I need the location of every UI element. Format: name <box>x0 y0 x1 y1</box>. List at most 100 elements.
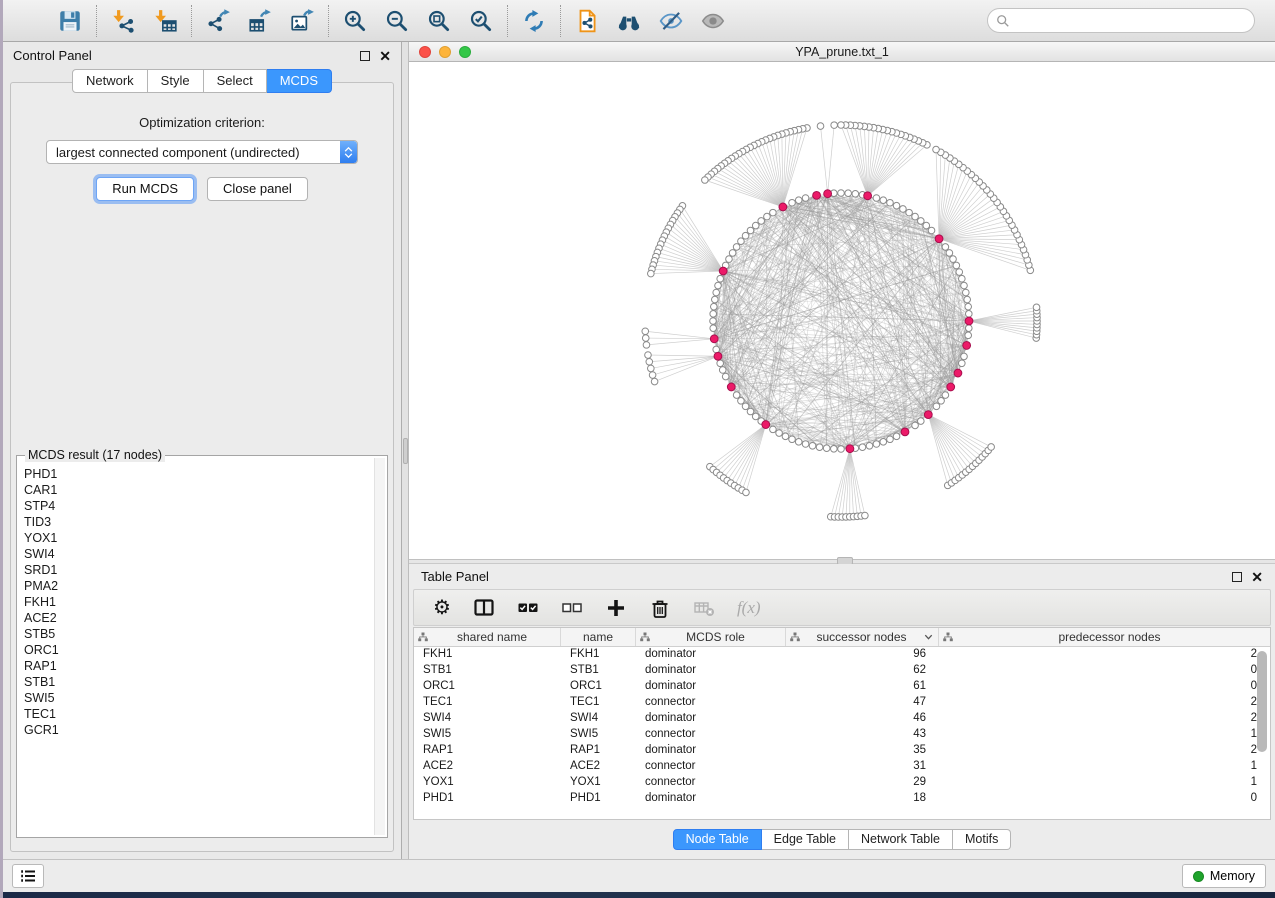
close-panel-button[interactable]: Close panel <box>207 177 308 201</box>
float-panel-icon[interactable] <box>360 51 370 61</box>
result-list-scrollbar[interactable] <box>374 458 385 835</box>
deselect-all-button[interactable] <box>550 597 594 619</box>
table-cell[interactable]: dominator <box>636 679 786 695</box>
task-history-button[interactable] <box>12 864 44 888</box>
table-cell[interactable]: dominator <box>636 663 786 679</box>
mcds-result-item[interactable]: RAP1 <box>24 658 374 674</box>
table-cell[interactable]: 1 <box>939 727 1270 743</box>
show-hide-button[interactable] <box>692 6 734 36</box>
column-header-name[interactable]: name <box>561 628 636 646</box>
add-column-button[interactable] <box>594 597 638 619</box>
mcds-result-item[interactable]: CAR1 <box>24 482 374 498</box>
import-network-button[interactable] <box>102 6 144 36</box>
tab-mcds[interactable]: MCDS <box>267 69 332 93</box>
select-all-button[interactable] <box>506 597 550 619</box>
table-cell[interactable]: ACE2 <box>414 759 561 775</box>
export-image-button[interactable] <box>281 6 323 36</box>
mcds-result-item[interactable]: SWI5 <box>24 690 374 706</box>
mcds-result-item[interactable]: STP4 <box>24 498 374 514</box>
network-from-file-button[interactable] <box>566 6 608 36</box>
minimize-window-icon[interactable] <box>439 46 451 58</box>
table-cell[interactable]: 1 <box>939 759 1270 775</box>
tab-style[interactable]: Style <box>148 69 204 93</box>
mcds-result-item[interactable]: ORC1 <box>24 642 374 658</box>
table-row[interactable]: STB1STB1dominator620 <box>414 663 1270 679</box>
table-cell[interactable]: 29 <box>786 775 939 791</box>
tab-network-table[interactable]: Network Table <box>849 829 953 850</box>
table-cell[interactable]: 31 <box>786 759 939 775</box>
table-row[interactable]: YOX1YOX1connector291 <box>414 775 1270 791</box>
run-mcds-button[interactable]: Run MCDS <box>96 177 194 201</box>
tab-network[interactable]: Network <box>72 69 148 93</box>
table-cell[interactable]: dominator <box>636 647 786 663</box>
table-cell[interactable]: 0 <box>939 679 1270 695</box>
table-cell[interactable]: 1 <box>939 775 1270 791</box>
table-cell[interactable]: STB1 <box>561 663 636 679</box>
table-cell[interactable]: dominator <box>636 791 786 807</box>
mcds-result-item[interactable]: FKH1 <box>24 594 374 610</box>
table-cell[interactable]: connector <box>636 775 786 791</box>
network-window-titlebar[interactable]: YPA_prune.txt_1 <box>409 42 1275 62</box>
delete-table-button[interactable] <box>682 597 726 619</box>
table-row[interactable]: SWI5SWI5connector431 <box>414 727 1270 743</box>
mcds-result-item[interactable]: TID3 <box>24 514 374 530</box>
table-row[interactable]: RAP1RAP1dominator352 <box>414 743 1270 759</box>
zoom-out-button[interactable] <box>376 6 418 36</box>
mcds-result-item[interactable]: STB5 <box>24 626 374 642</box>
table-cell[interactable]: 43 <box>786 727 939 743</box>
zoom-fit-button[interactable] <box>418 6 460 36</box>
table-cell[interactable]: 2 <box>939 647 1270 663</box>
table-cell[interactable]: 96 <box>786 647 939 663</box>
table-cell[interactable]: SWI5 <box>414 727 561 743</box>
network-canvas[interactable] <box>409 62 1275 559</box>
table-row[interactable]: PHD1PHD1dominator180 <box>414 791 1270 807</box>
table-row[interactable]: ACE2ACE2connector311 <box>414 759 1270 775</box>
open-session-button[interactable] <box>7 6 49 36</box>
table-cell[interactable]: FKH1 <box>414 647 561 663</box>
table-cell[interactable]: STB1 <box>414 663 561 679</box>
mcds-result-item[interactable]: TEC1 <box>24 706 374 722</box>
table-cell[interactable]: YOX1 <box>414 775 561 791</box>
table-cell[interactable]: PHD1 <box>561 791 636 807</box>
close-panel-icon[interactable]: ✕ <box>1251 572 1263 582</box>
scrollbar-thumb[interactable] <box>1257 651 1267 752</box>
table-settings-button[interactable]: ⚙ <box>422 598 462 618</box>
import-table-button[interactable] <box>144 6 186 36</box>
vertical-splitter[interactable] <box>401 42 409 859</box>
table-cell[interactable]: 18 <box>786 791 939 807</box>
table-cell[interactable]: SWI4 <box>414 711 561 727</box>
table-row[interactable]: TEC1TEC1connector472 <box>414 695 1270 711</box>
table-cell[interactable]: RAP1 <box>414 743 561 759</box>
zoom-selected-button[interactable] <box>460 6 502 36</box>
export-network-button[interactable] <box>197 6 239 36</box>
float-panel-icon[interactable] <box>1232 572 1242 582</box>
table-cell[interactable]: TEC1 <box>414 695 561 711</box>
optimization-criterion-select[interactable]: largest connected component (undirected) <box>46 140 358 164</box>
column-header-shared-name[interactable]: shared name <box>414 628 561 646</box>
mcds-result-item[interactable]: PHD1 <box>24 466 374 482</box>
table-row[interactable]: SWI4SWI4dominator462 <box>414 711 1270 727</box>
export-table-button[interactable] <box>239 6 281 36</box>
table-row[interactable]: ORC1ORC1dominator610 <box>414 679 1270 695</box>
column-header-predecessor-nodes[interactable]: predecessor nodes <box>939 628 1270 646</box>
graphics-details-button[interactable] <box>650 6 692 36</box>
table-cell[interactable]: 2 <box>939 695 1270 711</box>
tab-edge-table[interactable]: Edge Table <box>762 829 849 850</box>
close-panel-icon[interactable]: ✕ <box>379 51 391 61</box>
mcds-result-item[interactable]: STB1 <box>24 674 374 690</box>
table-cell[interactable]: ORC1 <box>414 679 561 695</box>
table-cell[interactable]: ACE2 <box>561 759 636 775</box>
table-cell[interactable]: YOX1 <box>561 775 636 791</box>
apply-layout-button[interactable] <box>513 6 555 36</box>
table-cell[interactable]: ORC1 <box>561 679 636 695</box>
network-graph[interactable] <box>409 62 1275 559</box>
table-row[interactable]: FKH1FKH1dominator962 <box>414 647 1270 663</box>
column-header-MCDS-role[interactable]: MCDS role <box>636 628 786 646</box>
mcds-result-item[interactable]: GCR1 <box>24 722 374 738</box>
table-cell[interactable]: dominator <box>636 711 786 727</box>
column-header-successor-nodes[interactable]: successor nodes <box>786 628 939 646</box>
close-window-icon[interactable] <box>419 46 431 58</box>
table-cell[interactable]: FKH1 <box>561 647 636 663</box>
memory-button[interactable]: Memory <box>1182 864 1266 888</box>
table-cell[interactable]: 35 <box>786 743 939 759</box>
